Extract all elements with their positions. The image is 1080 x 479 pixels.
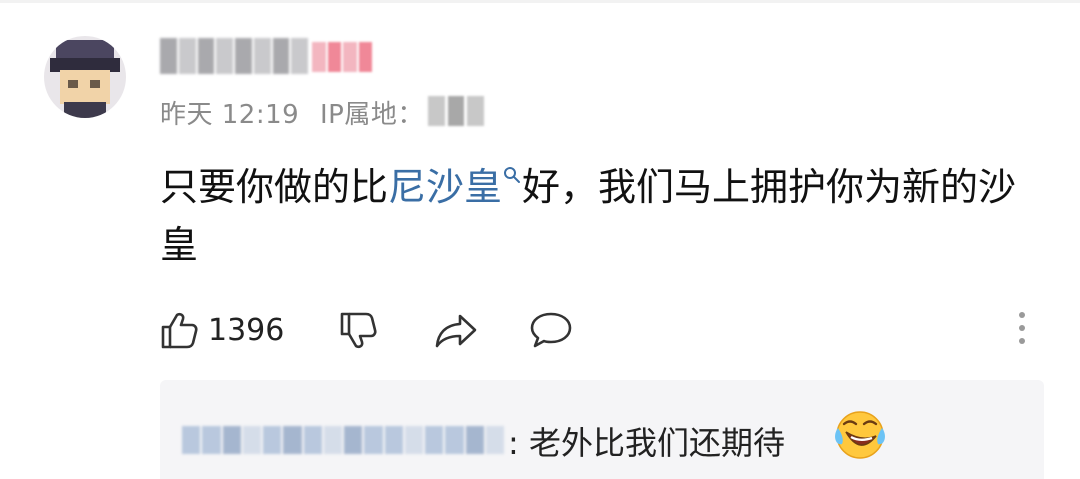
comment-content: 只要你做的比尼沙皇 好，我们马上拥护你为新的沙皇 xyxy=(160,158,1040,274)
top-divider xyxy=(0,0,1080,3)
like-count: 1396 xyxy=(208,312,285,348)
search-icon[interactable] xyxy=(502,164,522,194)
comment-icon[interactable] xyxy=(528,308,574,352)
avatar[interactable] xyxy=(44,36,126,118)
keyword-link-text[interactable]: 尼沙皇 xyxy=(388,165,502,209)
dislike-button[interactable] xyxy=(336,306,380,354)
share-icon[interactable] xyxy=(432,308,480,352)
comment-meta: 昨天 12:19 IP属地： xyxy=(160,94,424,131)
comment-action-bar: 1396 xyxy=(158,306,1038,354)
user-badge-blurred xyxy=(312,42,372,72)
keyword-link[interactable]: 尼沙皇 xyxy=(388,165,522,209)
thumbs-down-icon[interactable] xyxy=(336,308,380,352)
like-button[interactable]: 1396 xyxy=(158,306,284,354)
ip-location-label: IP属地： xyxy=(319,100,424,130)
ip-location-blurred xyxy=(428,96,485,126)
share-button[interactable] xyxy=(432,306,480,354)
reply-username-blurred[interactable] xyxy=(182,426,504,454)
laughing-crying-emoji xyxy=(835,411,885,459)
comment-text-before-link: 只要你做的比 xyxy=(160,165,389,209)
reply-button[interactable] xyxy=(528,306,574,354)
thumbs-up-icon[interactable] xyxy=(158,309,200,351)
comment-time: 昨天 12:19 xyxy=(160,100,300,130)
more-vertical-icon[interactable] xyxy=(1014,308,1030,348)
username-blurred[interactable] xyxy=(160,38,308,74)
reply-text: : 老外比我们还期待 xyxy=(508,424,785,462)
reply-preview[interactable]: : 老外比我们还期待 xyxy=(160,380,1044,479)
